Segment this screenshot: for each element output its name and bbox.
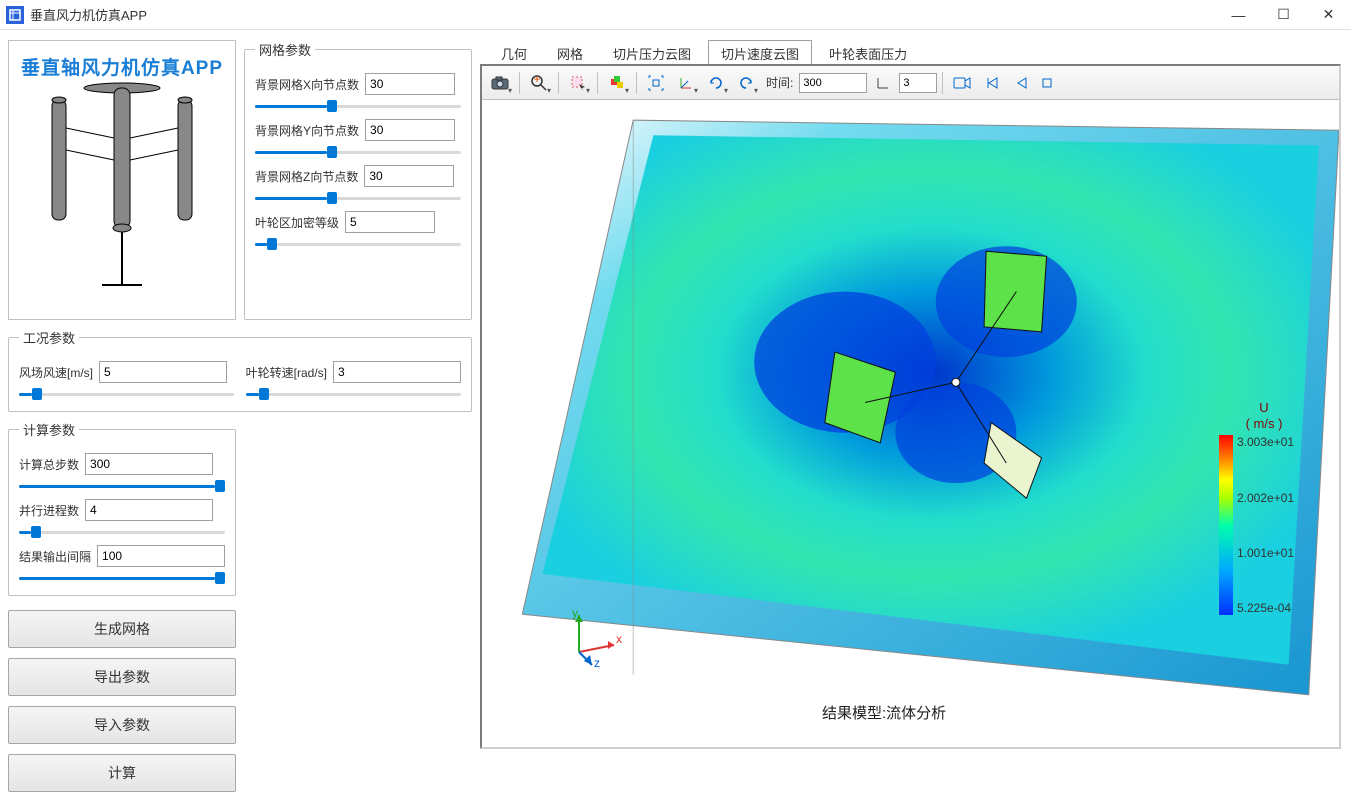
total-steps-slider[interactable] — [19, 479, 225, 493]
calc-params-group: 计算参数 计算总步数 并行进程数 结果输出间隔 — [8, 420, 236, 596]
camera-icon[interactable] — [486, 70, 514, 96]
app-logo-box: 垂直轴风力机仿真APP — [8, 40, 236, 320]
condition-params-group: 工况参数 风场风速[m/s] 叶轮转速[rad/s] — [8, 328, 472, 412]
angle-icon[interactable] — [869, 70, 897, 96]
colorbar-tick-2: 2.002e+01 — [1237, 491, 1294, 505]
colorbar-tick-max: 3.003e+01 — [1237, 435, 1294, 449]
colorbar-tick-min: 5.225e-04 — [1237, 601, 1294, 615]
minimize-button[interactable]: — — [1216, 0, 1261, 30]
axes-orient-icon[interactable] — [672, 70, 700, 96]
svg-text:y: y — [572, 607, 578, 620]
mesh-z-slider[interactable] — [255, 191, 461, 205]
app-icon — [6, 6, 24, 24]
mesh-x-input[interactable] — [365, 73, 455, 95]
tab-geometry[interactable]: 几何 — [488, 40, 540, 64]
video-camera-icon[interactable] — [948, 70, 976, 96]
mesh-params-legend: 网格参数 — [255, 40, 315, 59]
app-logo-title: 垂直轴风力机仿真APP — [21, 53, 223, 80]
mesh-params-group: 网格参数 背景网格X向节点数 背景网格Y向节点数 背景网格Z向节点数 叶轮区加密… — [244, 40, 472, 320]
output-interval-slider[interactable] — [19, 571, 225, 585]
time-label: 时间: — [766, 74, 793, 91]
colorbar-gradient — [1219, 435, 1233, 615]
total-steps-input[interactable] — [85, 453, 213, 475]
left-pane: 垂直轴风力机仿真APP 网格参数 背景网格X向节点数 背 — [0, 30, 480, 759]
rotor-speed-input[interactable] — [333, 361, 461, 383]
wind-speed-label: 风场风速[m/s] — [19, 364, 93, 381]
generate-mesh-button[interactable]: 生成网格 — [8, 610, 236, 648]
window-title: 垂直风力机仿真APP — [30, 5, 147, 24]
tab-velocity-slice[interactable]: 切片速度云图 — [708, 40, 812, 64]
mesh-z-label: 背景网格Z向节点数 — [255, 168, 358, 185]
total-steps-label: 计算总步数 — [19, 456, 79, 473]
play-reverse-icon[interactable] — [1008, 70, 1036, 96]
result-model-label: 结果模型:流体分析 — [822, 702, 946, 723]
colorbar-tick-3: 1.001e+01 — [1237, 546, 1294, 560]
procs-slider[interactable] — [19, 525, 225, 539]
color-legend: U ( m/s ) 3.003e+01 2.002e+01 1.001e+01 … — [1219, 400, 1309, 615]
zoom-icon[interactable]: + — [525, 70, 553, 96]
title-bar: 垂直风力机仿真APP — ☐ ✕ — [0, 0, 1351, 30]
mesh-z-input[interactable] — [364, 165, 454, 187]
tab-pressure-slice[interactable]: 切片压力云图 — [600, 40, 704, 64]
turbine-illustration-icon — [32, 80, 212, 290]
close-button[interactable]: ✕ — [1306, 0, 1351, 30]
time-input[interactable] — [799, 73, 867, 93]
mesh-x-slider[interactable] — [255, 99, 461, 113]
output-interval-label: 结果输出间隔 — [19, 548, 91, 565]
import-params-button[interactable]: 导入参数 — [8, 706, 236, 744]
tab-mesh[interactable]: 网格 — [544, 40, 596, 64]
fit-view-icon[interactable] — [642, 70, 670, 96]
maximize-button[interactable]: ☐ — [1261, 0, 1306, 30]
export-params-button[interactable]: 导出参数 — [8, 658, 236, 696]
cube-icon[interactable] — [603, 70, 631, 96]
action-buttons: 生成网格 导出参数 导入参数 计算 — [8, 610, 236, 792]
viewer-toolbar: + 时间: — [482, 66, 1339, 100]
svg-text:+: + — [533, 75, 540, 86]
procs-input[interactable] — [85, 499, 213, 521]
condition-params-legend: 工况参数 — [19, 328, 79, 347]
rotate-cw-icon[interactable] — [732, 70, 760, 96]
right-pane: 几何 网格 切片压力云图 切片速度云图 叶轮表面压力 + 时间: — [480, 30, 1351, 759]
mesh-y-slider[interactable] — [255, 145, 461, 159]
skip-start-icon[interactable] — [978, 70, 1006, 96]
stop-icon[interactable] — [1038, 70, 1056, 96]
colorbar-title2: ( m/s ) — [1219, 416, 1309, 432]
rotate-ccw-icon[interactable] — [702, 70, 730, 96]
output-interval-input[interactable] — [97, 545, 225, 567]
step-input[interactable] — [899, 73, 937, 93]
calc-params-legend: 计算参数 — [19, 420, 79, 439]
result-tabs: 几何 网格 切片压力云图 切片速度云图 叶轮表面压力 — [488, 40, 1341, 64]
procs-label: 并行进程数 — [19, 502, 79, 519]
viewport-3d[interactable]: x y z U ( m/s ) 3.003e+01 2.002e+01 1.00… — [482, 100, 1339, 747]
mesh-y-input[interactable] — [365, 119, 455, 141]
wind-speed-slider[interactable] — [19, 387, 234, 401]
viewer-frame: + 时间: — [480, 64, 1341, 749]
mesh-refine-label: 叶轮区加密等级 — [255, 214, 339, 231]
mesh-refine-slider[interactable] — [255, 237, 461, 251]
mesh-y-label: 背景网格Y向节点数 — [255, 122, 359, 139]
tab-blade-pressure[interactable]: 叶轮表面压力 — [816, 40, 920, 64]
svg-text:x: x — [616, 632, 622, 646]
svg-text:z: z — [594, 656, 600, 667]
mesh-x-label: 背景网格X向节点数 — [255, 76, 359, 93]
mesh-refine-input[interactable] — [345, 211, 435, 233]
orientation-axes-icon: x y z — [564, 607, 624, 667]
wind-speed-input[interactable] — [99, 361, 227, 383]
rotor-speed-label: 叶轮转速[rad/s] — [246, 364, 327, 381]
colorbar-title1: U — [1219, 400, 1309, 416]
compute-button[interactable]: 计算 — [8, 754, 236, 792]
select-icon[interactable] — [564, 70, 592, 96]
rotor-speed-slider[interactable] — [246, 387, 461, 401]
